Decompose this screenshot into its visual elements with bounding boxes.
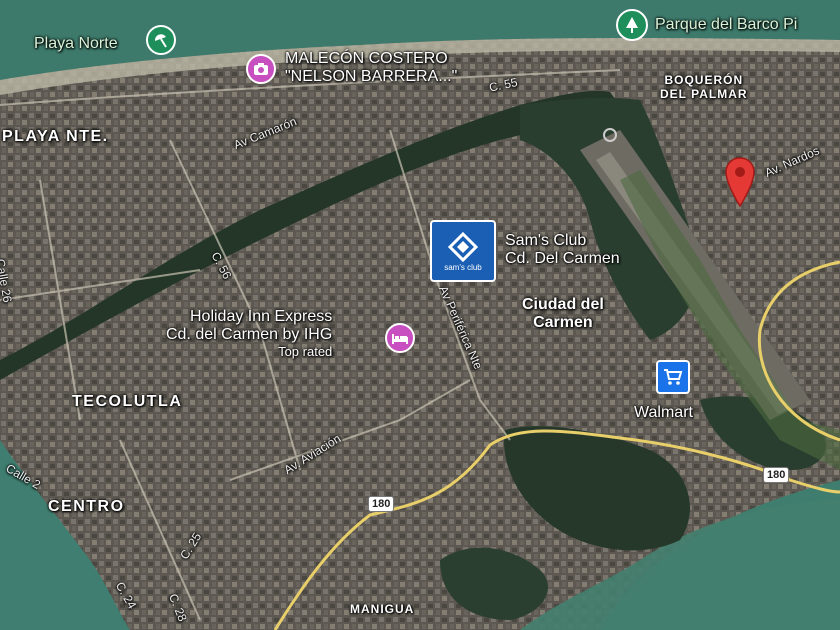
poi-label-sams-line1: Sam's Club (505, 232, 587, 249)
route-shield-180: 180 (368, 496, 395, 512)
poi-label-sams-line2: Cd. Del Carmen (505, 250, 620, 268)
poi-label-malecon-line1: MALECÓN COSTERO (285, 50, 448, 67)
beach-umbrella-icon[interactable] (146, 25, 176, 55)
area-label-boqueron-line1: BOQUERÓN (664, 73, 744, 87)
area-label-manigua: MANIGUA (350, 602, 415, 616)
poi-label-holiday-line1: Holiday Inn Express (189, 308, 333, 325)
camera-icon[interactable] (246, 54, 276, 84)
area-label-boqueron-line2: DEL PALMAR (660, 86, 748, 101)
poi-label-playa-norte[interactable]: Playa Norte (34, 35, 118, 53)
poi-label-parque[interactable]: Parque del Barco Pi (655, 16, 797, 34)
area-label-ciudad-line2: Carmen (533, 314, 593, 332)
shopping-cart-icon[interactable] (656, 360, 690, 394)
tree-icon[interactable] (616, 9, 648, 41)
poi-label-sams-club[interactable]: Sam's Club Cd. Del Carmen (505, 232, 620, 269)
area-label-boqueron: BOQUERÓN DEL PALMAR (660, 73, 748, 102)
sams-diamond-icon (447, 231, 479, 262)
sams-logo-text: sam's club (444, 262, 482, 272)
bed-icon[interactable] (385, 323, 415, 353)
route-shield-180: 180 (763, 467, 790, 483)
satellite-map[interactable]: PLAYA NTE. TECOLUTLA CENTRO MANIGUA BOQU… (0, 0, 840, 630)
poi-label-malecon[interactable]: MALECÓN COSTERO "NELSON BARRERA..." (285, 50, 457, 87)
location-pin-icon[interactable] (724, 156, 756, 213)
poi-badge-top-rated: Top rated (278, 343, 333, 359)
area-label-centro: CENTRO (48, 498, 125, 515)
area-label-ciudad-line1: Ciudad del (522, 296, 604, 313)
area-label-tecolutla: TECOLUTLA (72, 393, 183, 410)
area-label-ciudad-del-carmen: Ciudad del Carmen (522, 296, 604, 333)
sams-club-logo[interactable]: sam's club (430, 220, 496, 282)
poi-label-walmart[interactable]: Walmart (634, 404, 693, 422)
poi-label-malecon-line2: "NELSON BARRERA..." (285, 68, 458, 86)
poi-label-holiday-inn[interactable]: Holiday Inn Express Cd. del Carmen by IH… (166, 308, 332, 360)
area-label-playa-nte: PLAYA NTE. (2, 128, 109, 145)
poi-label-holiday-line2: Cd. del Carmen by IHG (166, 326, 333, 344)
